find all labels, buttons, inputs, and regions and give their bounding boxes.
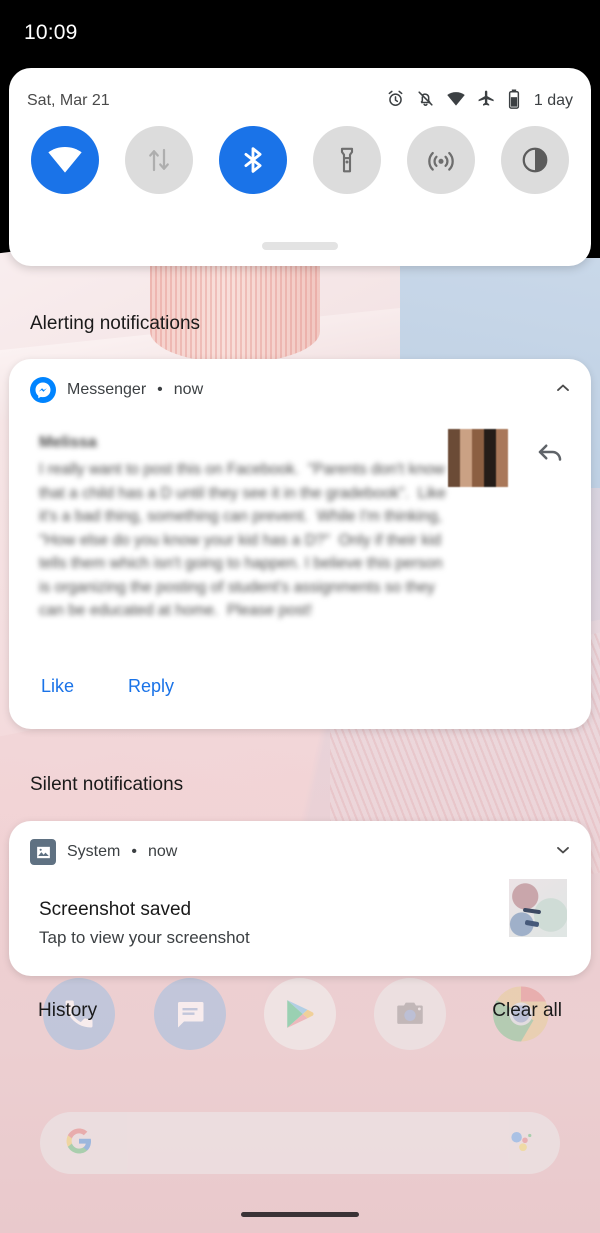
message-body: Melissa I really want to post this on Fa… [39,434,449,623]
messenger-icon [30,377,56,403]
notification-messenger[interactable]: Messenger • now Melissa I really want to… [9,359,591,729]
notification-header: System • now [9,821,591,867]
messages-icon[interactable] [153,978,226,1050]
notification-text: Tap to view your screenshot [39,928,250,947]
battery-remaining-label: 1 day [533,92,573,109]
silent-notifications-header: Silent notifications [30,774,184,795]
mobile-data-tile[interactable] [125,126,193,194]
message-text: I really want to post this on Facebook. … [39,461,451,620]
message-image-thumbnail[interactable] [448,429,508,487]
airplane-mode-icon [477,89,496,113]
notification-time: now [147,843,178,860]
clear-all-button[interactable]: Clear all [492,1000,562,1022]
play-store-icon[interactable] [263,978,336,1050]
google-g-icon [64,1126,94,1161]
alerting-notifications-header: Alerting notifications [30,313,201,334]
quick-settings-header: Sat, Mar 21 1 day [9,68,591,112]
status-icon-group: 1 day [386,89,573,114]
notification-actions: Like Reply [39,672,176,701]
notification-app-name: System [67,843,121,860]
notification-time: now [173,381,204,398]
hotspot-tile[interactable] [407,126,475,194]
notification-system[interactable]: System • now Screenshot saved Tap to vie… [9,821,591,976]
assistant-icon[interactable] [506,1126,536,1161]
chevron-up-icon[interactable] [553,378,573,403]
notifications-off-icon [416,89,435,113]
notification-title: Screenshot saved [39,899,192,920]
quick-settings-date[interactable]: Sat, Mar 21 [27,92,110,110]
battery-icon [507,89,521,114]
reply-button[interactable]: Reply [126,672,176,701]
android-notification-shade: 10:09 Sat, Mar 21 1 day Alerting notific… [0,0,600,1233]
history-button[interactable]: History [38,1000,97,1022]
notification-separator: • [157,381,163,398]
google-search-bar[interactable] [40,1112,560,1174]
shade-drag-handle[interactable] [262,242,338,250]
reply-arrow-icon[interactable] [535,437,565,472]
navigation-gesture-bar[interactable] [241,1212,359,1217]
status-bar: 10:09 [0,0,600,66]
notification-app-name: Messenger [67,381,147,398]
camera-icon[interactable] [374,978,447,1050]
bluetooth-tile[interactable] [219,126,287,194]
image-icon [30,839,56,865]
wifi-icon [446,89,466,114]
notification-separator: • [131,843,137,860]
message-sender: Melissa [39,434,97,451]
like-button[interactable]: Like [39,672,76,701]
flashlight-tile[interactable] [313,126,381,194]
quick-settings-tiles [9,112,591,194]
status-bar-clock: 10:09 [24,21,78,44]
screenshot-thumbnail[interactable] [509,879,567,937]
notification-header: Messenger • now [9,359,591,405]
quick-settings-panel: Sat, Mar 21 1 day [9,68,591,266]
chevron-down-icon[interactable] [553,840,573,865]
dark-theme-tile[interactable] [501,126,569,194]
wifi-tile[interactable] [31,126,99,194]
alarm-icon [386,89,405,113]
